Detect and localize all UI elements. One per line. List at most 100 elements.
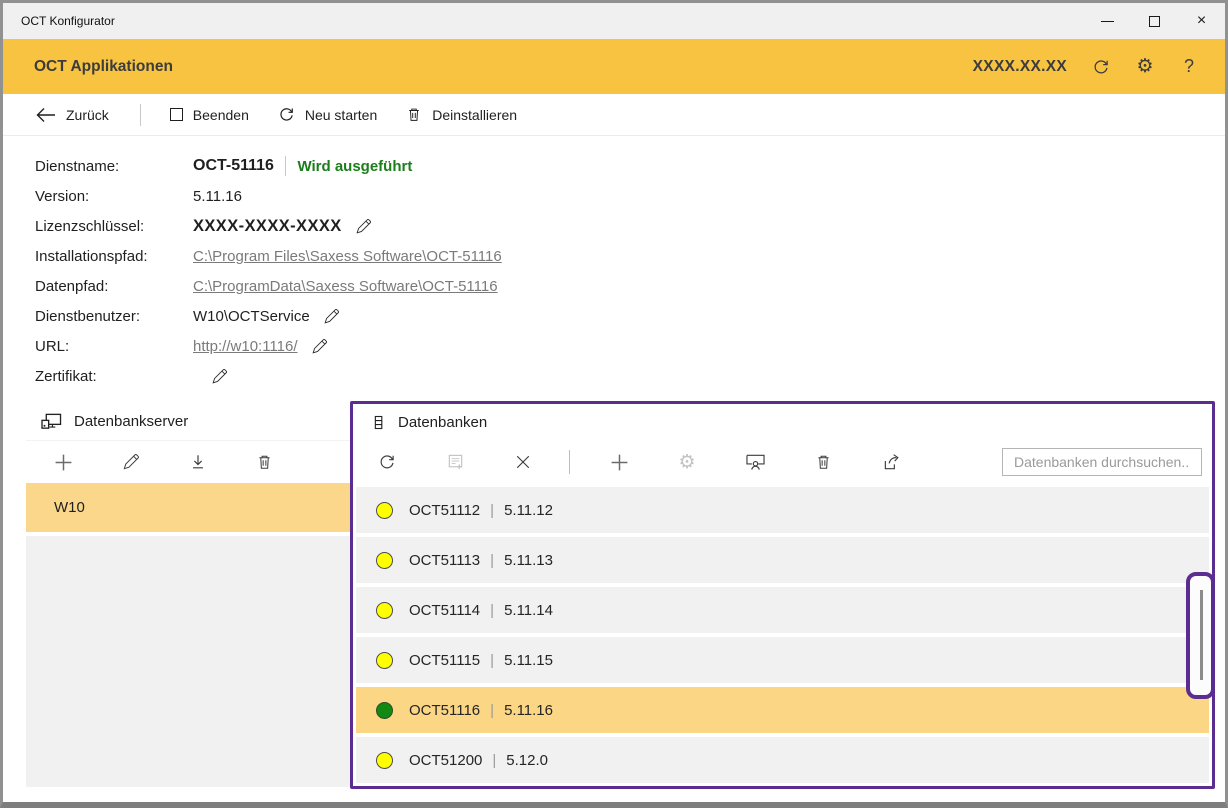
stop-service-button[interactable]: Beenden xyxy=(170,107,249,123)
command-bar: Zurück Beenden Neu starten Deinstalliere… xyxy=(3,94,1225,136)
certificate-label: Zertifikat: xyxy=(35,368,193,385)
database-list-item[interactable]: OCT51200 | 5.12.0 xyxy=(356,737,1209,783)
add-database-button[interactable] xyxy=(585,453,653,472)
database-version: 5.11.15 xyxy=(504,652,553,669)
database-name: OCT51112 xyxy=(409,502,480,519)
scrollbar-highlight-box xyxy=(1186,572,1215,699)
database-list-item[interactable]: OCT51114 | 5.11.14 xyxy=(356,587,1209,633)
database-name: OCT51115 xyxy=(409,652,480,669)
service-user-label: Dienstbenutzer: xyxy=(35,308,193,325)
status-dot xyxy=(376,702,393,719)
plus-icon xyxy=(610,453,629,472)
detail-row-service-user: Dienstbenutzer: W10\OCTService xyxy=(35,301,502,331)
toolbar-divider xyxy=(569,450,570,474)
refresh-icon[interactable] xyxy=(1091,57,1111,77)
status-dot xyxy=(376,552,393,569)
restart-icon xyxy=(278,106,295,123)
server-list-item[interactable]: W10 xyxy=(26,483,350,532)
trash-icon xyxy=(815,453,832,471)
restart-service-button[interactable]: Neu starten xyxy=(278,106,377,123)
separator: | xyxy=(492,752,496,769)
restart-label: Neu starten xyxy=(305,107,377,123)
data-path-label: Datenpfad: xyxy=(35,278,193,295)
database-settings-button[interactable]: ⚙ xyxy=(653,453,721,472)
version-label: Version: xyxy=(35,188,193,205)
detail-row-data-path: Datenpfad: C:\ProgramData\Saxess Softwar… xyxy=(35,271,502,301)
databases-panel: Datenbanken ⚙ xyxy=(350,401,1215,789)
detail-row-certificate: Zertifikat: xyxy=(35,361,502,391)
uninstall-label: Deinstallieren xyxy=(432,107,517,123)
edit-server-button[interactable] xyxy=(97,453,164,471)
pencil-icon xyxy=(323,308,340,325)
plus-icon xyxy=(54,453,73,472)
refresh-icon xyxy=(378,453,396,471)
database-list: OCT51112 | 5.11.12 OCT51113 | 5.11.13 OC… xyxy=(356,487,1209,783)
download-icon xyxy=(189,453,207,471)
connect-user-button[interactable] xyxy=(721,453,789,471)
back-label: Zurück xyxy=(66,107,109,123)
database-version: 5.11.12 xyxy=(504,502,553,519)
install-path-link[interactable]: C:\Program Files\Saxess Software\OCT-511… xyxy=(193,248,502,265)
status-dot xyxy=(376,752,393,769)
devices-icon xyxy=(40,412,63,431)
trash-icon xyxy=(256,453,273,471)
edit-url-button[interactable] xyxy=(311,338,328,355)
database-list-item[interactable]: OCT51113 | 5.11.13 xyxy=(356,537,1209,583)
script-add-button[interactable] xyxy=(421,453,489,472)
database-name: OCT51200 xyxy=(409,752,482,769)
version-value: 5.11.16 xyxy=(193,188,242,205)
back-arrow-icon xyxy=(36,107,56,123)
x-icon xyxy=(515,454,531,470)
gear-icon[interactable]: ⚙ xyxy=(1135,57,1155,77)
close-database-button[interactable] xyxy=(489,454,557,470)
window-controls: × xyxy=(1084,3,1225,39)
scrollbar-thumb[interactable] xyxy=(1200,590,1203,680)
import-server-button[interactable] xyxy=(164,453,231,471)
pencil-icon xyxy=(122,453,140,471)
edit-service-user-button[interactable] xyxy=(323,308,340,325)
database-name: OCT51113 xyxy=(409,552,480,569)
license-label: Lizenzschlüssel: xyxy=(35,218,193,235)
server-panel-header: Datenbankserver xyxy=(26,403,350,440)
export-database-button[interactable] xyxy=(857,453,925,471)
refresh-databases-button[interactable] xyxy=(353,453,421,471)
close-button[interactable]: × xyxy=(1178,3,1225,39)
database-name: OCT51114 xyxy=(409,602,480,619)
server-list-empty-area xyxy=(26,536,350,787)
edit-certificate-button[interactable] xyxy=(211,368,228,385)
uninstall-button[interactable]: Deinstallieren xyxy=(406,106,517,123)
license-value: XXXX-XXXX-XXXX xyxy=(193,217,342,236)
url-label: URL: xyxy=(35,338,193,355)
separator: | xyxy=(490,602,494,619)
databases-panel-header: Datenbanken xyxy=(353,404,1212,440)
status-dot xyxy=(376,502,393,519)
database-search-input[interactable] xyxy=(1002,448,1202,476)
delete-server-button[interactable] xyxy=(231,453,298,471)
maximize-button[interactable] xyxy=(1131,3,1178,39)
separator: | xyxy=(490,702,494,719)
server-panel-title: Datenbankserver xyxy=(74,413,188,430)
database-list-item[interactable]: OCT51112 | 5.11.12 xyxy=(356,487,1209,533)
help-icon[interactable]: ? xyxy=(1179,57,1199,77)
service-name-label: Dienstname: xyxy=(35,158,193,175)
app-window: OCT Konfigurator × OCT Applikationen XXX… xyxy=(0,0,1228,808)
edit-license-button[interactable] xyxy=(355,218,372,235)
service-details: Dienstname: OCT-51116 Wird ausgeführt Ve… xyxy=(35,151,502,391)
add-server-button[interactable] xyxy=(30,453,97,472)
detail-row-url: URL: http://w10:1116/ xyxy=(35,331,502,361)
back-button[interactable]: Zurück xyxy=(36,107,109,123)
status-dot xyxy=(376,652,393,669)
database-list-item[interactable]: OCT51116 | 5.11.16 xyxy=(356,687,1209,733)
data-path-link[interactable]: C:\ProgramData\Saxess Software\OCT-51116 xyxy=(193,278,498,295)
database-icon xyxy=(371,413,386,432)
service-user-value: W10\OCTService xyxy=(193,308,310,325)
minimize-button[interactable] xyxy=(1084,3,1131,39)
database-version: 5.11.13 xyxy=(504,552,553,569)
detail-row-version: Version: 5.11.16 xyxy=(35,181,502,211)
pencil-icon xyxy=(311,338,328,355)
minimize-icon xyxy=(1101,21,1114,22)
url-link[interactable]: http://w10:1116/ xyxy=(193,338,298,355)
delete-database-button[interactable] xyxy=(789,453,857,471)
separator: | xyxy=(490,502,494,519)
database-list-item[interactable]: OCT51115 | 5.11.15 xyxy=(356,637,1209,683)
